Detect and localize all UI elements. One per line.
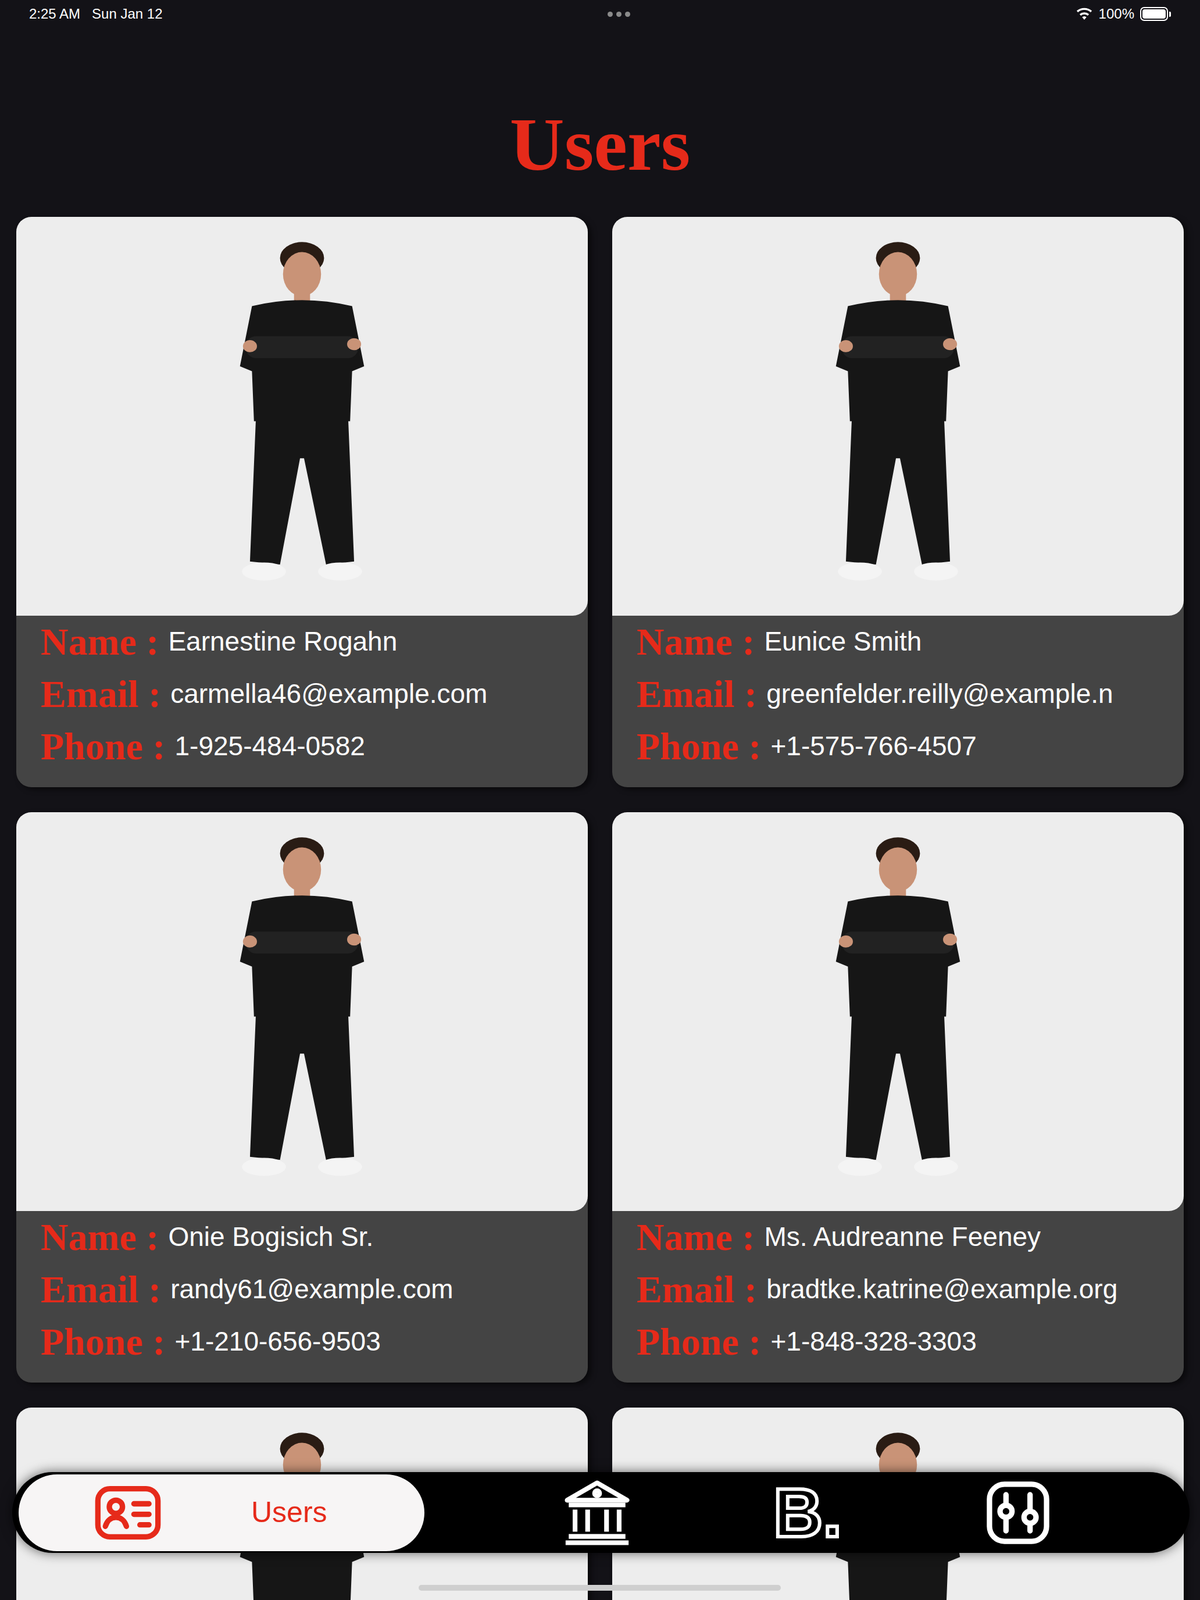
user-grid: Name :Earnestine RogahnEmail :carmella46… [0,216,1200,1600]
field-value: +1-848-328-3303 [770,1325,977,1359]
field-label: Email : [636,1270,757,1309]
tab-bar: Users B. [12,1472,1190,1553]
name-row: Name :Ms. Audreanne Feeney [636,1211,1160,1264]
field-label: Name : [40,622,159,662]
person-icon [787,831,1009,1192]
field-value: Onie Bogisich Sr. [168,1220,374,1255]
field-value: greenfelder.reilly@example.n [766,677,1113,712]
status-bar: 2:25 AM Sun Jan 12 100% [0,0,1200,28]
wifi-icon [1075,5,1094,23]
field-value: Eunice Smith [763,625,922,659]
field-value: randy61@example.com [170,1272,453,1307]
user-card[interactable]: Name :Earnestine RogahnEmail :carmella46… [16,216,588,788]
user-card[interactable]: Name :Onie Bogisich Sr.Email :randy61@ex… [16,812,588,1383]
user-info: Name :Earnestine RogahnEmail :carmella46… [16,615,588,788]
user-photo [612,812,1184,1212]
user-card[interactable]: Name :Ms. Audreanne FeeneyEmail :bradtke… [612,812,1184,1383]
field-value: carmella46@example.com [170,677,488,712]
nav-tab[interactable] [980,1474,1056,1552]
email-row: Email :randy61@example.com [40,1263,564,1316]
email-row: Email : greenfelder.reilly@example.n [636,668,1160,721]
field-value: +1-210-656-9503 [175,1325,381,1359]
name-row: Name : Earnestine Rogahn [40,615,564,669]
field-value: +1-575-766-4507 [770,729,977,764]
user-info: Name :Eunice SmithEmail :greenfelder.rei… [612,615,1184,788]
phone-row: Phone :+1-848-328-3303 [636,1315,1160,1369]
page-title-area: Users [0,27,1200,217]
field-value: 1-925-484-0582 [175,729,366,764]
field-label: Name : [636,622,755,662]
field-value: Earnestine Rogahn [168,625,398,659]
field-label: Email : [40,675,162,714]
user-photo [612,216,1184,616]
nav-label: Users [251,1490,328,1535]
user-card[interactable]: Name :Eunice SmithEmail :greenfelder.rei… [612,216,1184,788]
field-label: Name : [40,1218,159,1257]
status-time: 2:25 AM [29,3,81,25]
field-value: bradtke.katrine@example.org [766,1272,1118,1307]
page-title: Users [509,106,691,182]
phone-row: Phone : 1-925-484-0582 [40,720,564,773]
user-info: Name :Ms. Audreanne FeeneyEmail :bradtke… [612,1211,1184,1383]
status-date: Sun Jan 12 [91,3,163,25]
brand-logo: B. [773,1478,842,1548]
field-label: Phone : [40,1322,166,1362]
field-label: Phone : [636,727,762,766]
multitask-dots-icon[interactable] [607,11,631,17]
nav-tab-active[interactable]: Users [18,1474,425,1552]
user-photo [16,812,588,1212]
user-info: Name :Onie Bogisich Sr.Email :randy61@ex… [16,1211,588,1383]
phone-row: Phone : +1-210-656-9503 [40,1315,564,1369]
bank-icon [559,1475,635,1551]
field-label: Phone : [40,727,166,766]
field-label: Phone : [636,1322,762,1362]
nav-tab[interactable]: B. [769,1474,846,1552]
person-icon [191,236,413,597]
email-row: Email :carmella46@example.com [40,668,564,721]
email-row: Email : bradtke.katrine@example.org [636,1263,1160,1316]
field-value: Ms. Audreanne Feeney [763,1220,1041,1255]
field-label: Email : [40,1270,162,1309]
battery-icon [1140,6,1171,21]
field-label: Name : [636,1218,755,1257]
person-icon [191,831,413,1192]
name-row: Name :Eunice Smith [636,615,1160,669]
home-indicator [418,1584,781,1591]
field-label: Email : [636,675,757,714]
person-icon [787,236,1009,597]
battery-percent: 100% [1098,3,1135,25]
sliders-icon [981,1476,1055,1549]
app-screen: 2:25 AM Sun Jan 12 100% Users Name : Earnesti… [0,0,1200,1600]
id-card-icon [91,1476,164,1549]
user-photo [16,216,588,616]
nav-tab[interactable] [559,1474,635,1552]
name-row: Name : Onie Bogisich Sr. [40,1211,564,1264]
phone-row: Phone :+1-575-766-4507 [636,720,1160,773]
